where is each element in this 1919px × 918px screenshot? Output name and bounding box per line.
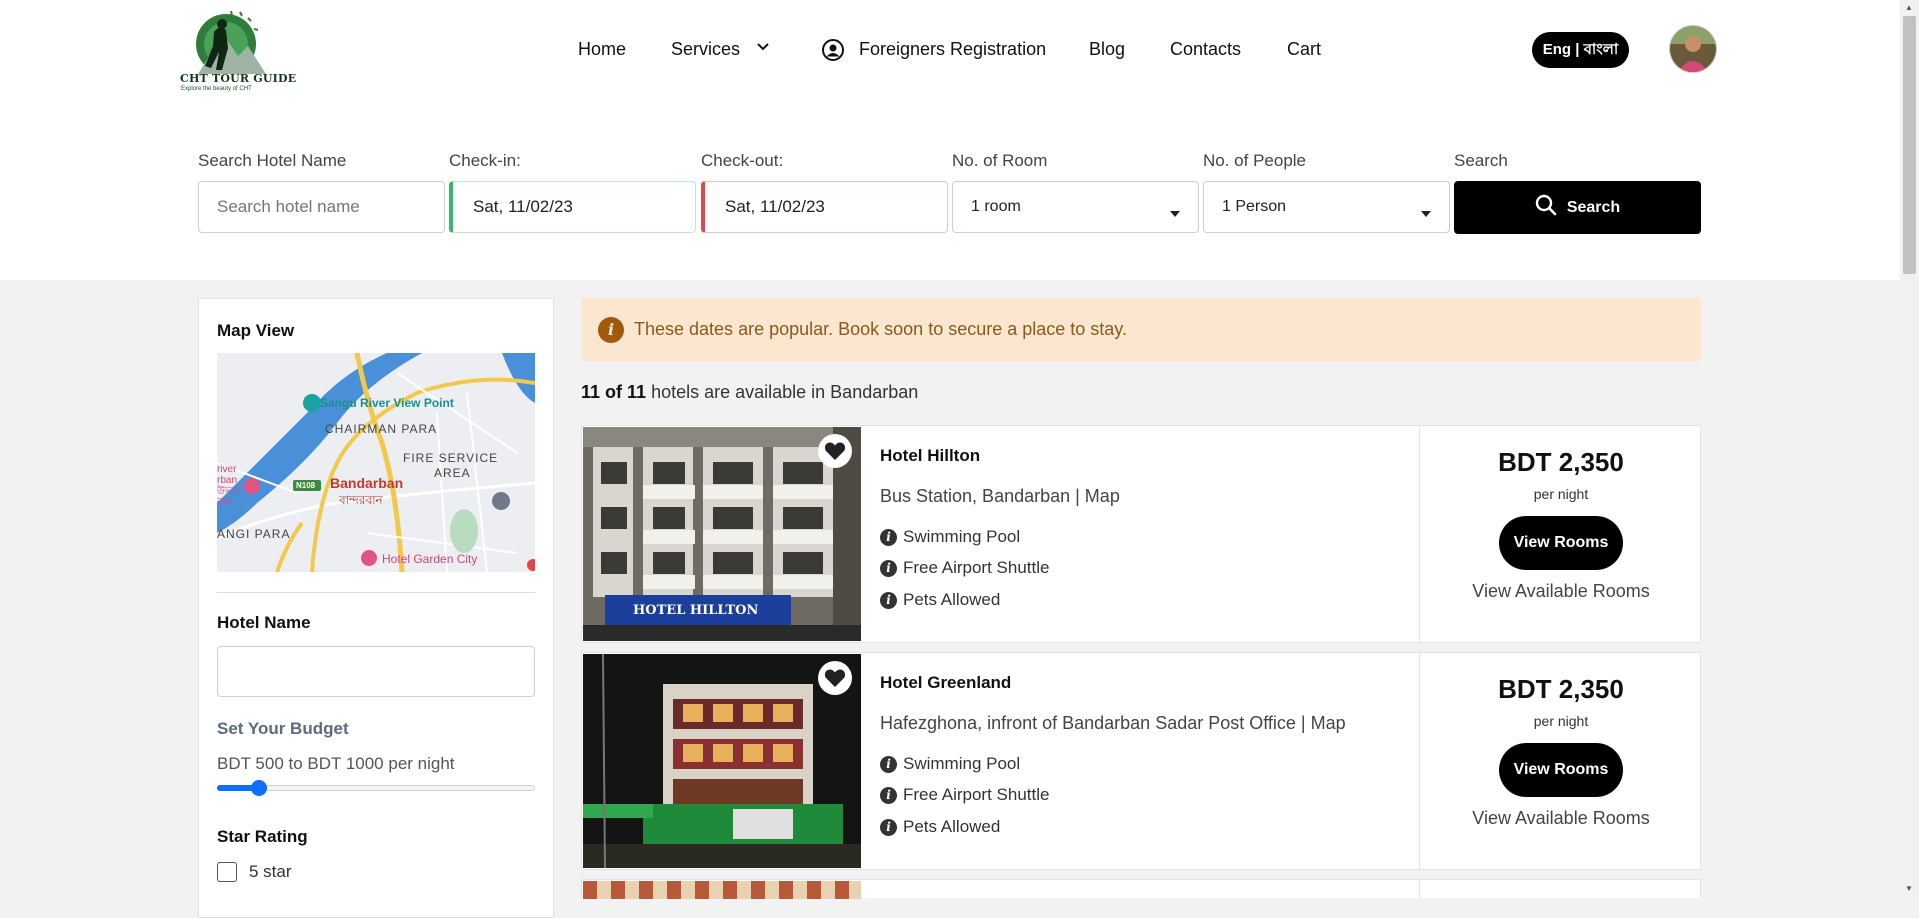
nav-blog[interactable]: Blog [1089,39,1125,60]
checkin-date-field[interactable]: Sat, 11/02/23 [449,181,696,233]
rooms-value: 1 room [971,198,1021,215]
map-label-fire-service: FIRE SERVICE [403,451,499,465]
info-icon: i [880,528,897,546]
map-view-title: Map View [217,321,295,340]
user-circle-icon [821,38,845,67]
chevron-down-icon[interactable] [756,40,770,59]
star-5-label: 5 star [249,862,292,881]
hotel-name-filter-title: Hotel Name [217,613,311,632]
rooms-select[interactable]: 1 room [952,181,1199,233]
info-icon: i [880,755,897,773]
view-available-rooms-link[interactable]: View Available Rooms [1420,808,1702,829]
view-rooms-button[interactable]: View Rooms [1499,743,1623,797]
map-label-river-left: river rban উভার বান [217,464,241,508]
map-label-angi-para: ANGI PARA [217,527,291,541]
hotel-card: Hotel Greenland Hafezghona, infront of B… [581,652,1701,870]
alert-text: These dates are popular. Book soon to se… [634,319,1127,339]
hotel-name-filter-input[interactable] [217,646,535,697]
avatar[interactable] [1669,25,1717,73]
search-label: Search [1454,151,1508,170]
people-select[interactable]: 1 Person [1203,181,1450,233]
amenity-item: i Free Airport Shuttle [880,785,1049,805]
nav-cart[interactable]: Cart [1287,39,1321,60]
divider [217,592,535,593]
map-label-road: N108 [296,481,316,490]
amenity-item: i Swimming Pool [880,527,1020,547]
info-icon: i [880,559,897,577]
amenity-item: i Swimming Pool [880,754,1020,774]
results-count-text: hotels are available in Bandarban [646,382,919,402]
caret-down-icon [1421,204,1431,222]
map-label-garden-city: Hotel Garden City [382,552,478,566]
rooms-label: No. of Room [952,151,1048,170]
star-5-checkbox[interactable] [217,862,237,882]
view-rooms-button[interactable]: View Rooms [1499,516,1623,570]
search-button-label: Search [1566,198,1621,216]
star-rating-title: Star Rating [217,827,308,846]
hotel-price: BDT 2,350 [1498,674,1624,704]
hotel-card: HOTEL HILLTON Hotel Hillton Bus Station,… [581,425,1701,643]
people-value: 1 Person [1222,198,1287,215]
scroll-down-icon[interactable]: ▼ [1905,884,1913,893]
budget-slider-thumb[interactable] [251,780,267,796]
hotel-price: BDT 2,350 [1498,447,1624,477]
popular-dates-alert: i These dates are popular. Book soon to … [581,298,1701,361]
hotel-card [581,879,1701,899]
language-toggle-button[interactable]: Eng | বাংলা [1532,32,1629,68]
search-button[interactable]: Search [1454,181,1701,234]
info-icon: i [880,786,897,804]
per-night-label: per night [1533,713,1589,729]
site-header: CHT TOUR GUIDE Explore the beauty of CHT… [0,0,1900,280]
view-available-rooms-link[interactable]: View Available Rooms [1420,581,1702,602]
map-label-river-view: Sangu River View Point [320,396,454,410]
map-view[interactable]: Sangu River View Point CHAIRMAN PARA FIR… [217,353,535,572]
scrollbar-thumb[interactable] [1903,16,1916,274]
hotel-address[interactable]: Bus Station, Bandarban | Map [880,486,1120,507]
divider [1419,880,1420,898]
checkout-label: Check-out: [701,151,784,170]
nav-services[interactable]: Services [671,39,740,60]
nav-contacts[interactable]: Contacts [1170,39,1241,60]
per-night-label: per night [1533,486,1589,502]
heart-icon[interactable] [818,661,852,695]
map-label-chairman-para: CHAIRMAN PARA [325,422,438,436]
logo-title: CHT TOUR GUIDE [180,72,297,85]
amenity-item: i Pets Allowed [880,817,1000,837]
amenity-item: i Pets Allowed [880,590,1000,610]
scroll-up-icon[interactable]: ▲ [1905,3,1913,12]
map-label-bandarban: Bandarban [330,475,404,491]
filter-sidebar: Map View Sangu River View Point CHAIRMAN… [198,298,554,918]
results-count: 11 of 11 hotels are available in Bandarb… [581,382,918,403]
logo-tagline: Explore the beauty of CHT [181,86,252,92]
caret-down-icon [1170,204,1180,222]
map-label-bandarban-bn: বান্দরবান [339,493,383,507]
budget-slider-track[interactable] [217,780,535,796]
people-label: No. of People [1203,151,1307,170]
nav-foreigners-registration[interactable]: Foreigners Registration [859,39,1046,60]
budget-title: Set Your Budget [217,719,349,738]
info-icon: i [880,818,897,836]
hotel-sign: HOTEL HILLTON [633,603,759,618]
checkin-label: Check-in: [449,151,521,170]
hotel-search-input[interactable] [198,181,445,233]
hotel-name[interactable]: Hotel Greenland [880,673,1011,693]
info-icon: i [880,591,897,609]
info-icon: i [598,316,624,343]
budget-range-text: BDT 500 to BDT 1000 per night [217,754,455,773]
nav-home[interactable]: Home [578,39,626,60]
hotel-address[interactable]: Hafezghona, infront of Bandarban Sadar P… [880,713,1346,734]
hotel-name[interactable]: Hotel Hillton [880,446,980,466]
checkout-date-field[interactable]: Sat, 11/02/23 [701,181,948,233]
search-icon [1535,194,1557,221]
hotel-image[interactable] [583,881,861,899]
heart-icon[interactable] [818,434,852,468]
hotel-name-label: Search Hotel Name [198,151,347,170]
results-count-number: 11 of 11 [581,382,647,402]
map-label-area: AREA [434,466,471,480]
checkout-value: Sat, 11/02/23 [725,197,825,216]
amenity-item: i Free Airport Shuttle [880,558,1049,578]
checkin-value: Sat, 11/02/23 [473,197,573,216]
